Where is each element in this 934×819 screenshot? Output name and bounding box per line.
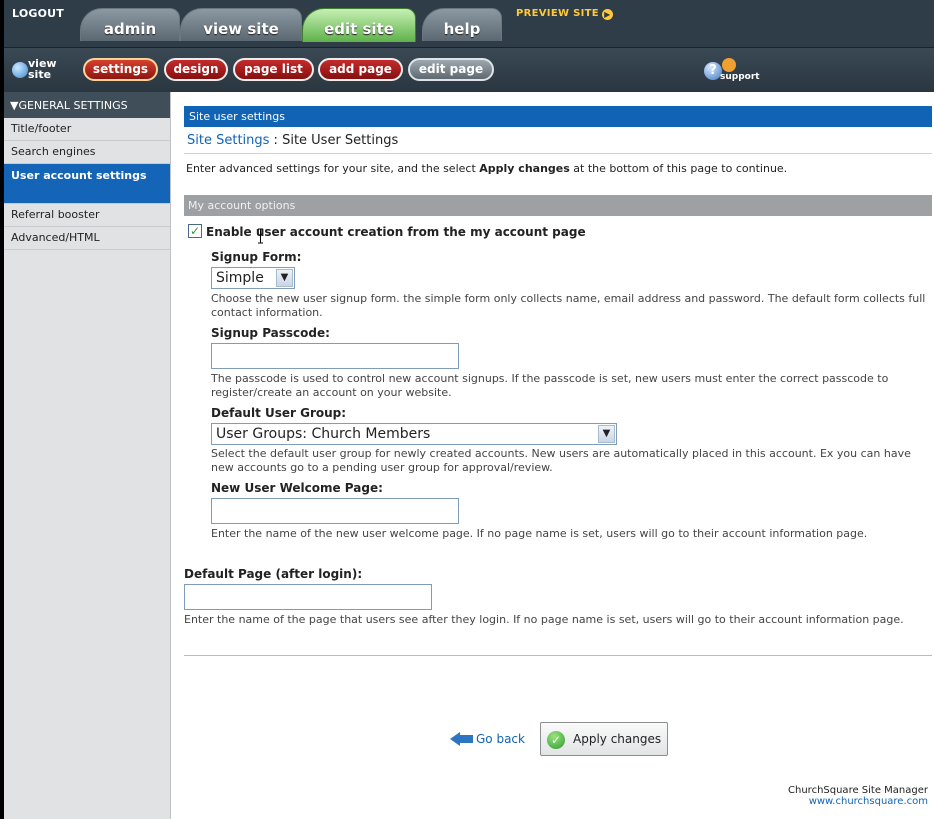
tab-admin[interactable]: admin [80, 8, 180, 41]
breadcrumb-link-site-settings[interactable]: Site Settings [187, 133, 269, 148]
design-button[interactable]: design [164, 58, 228, 81]
support-person-icon [722, 58, 736, 72]
chevron-down-icon: ▼ [276, 269, 293, 287]
welcome-page-field: New User Welcome Page: Enter the name of… [211, 481, 932, 541]
sidebar-item-user-account-settings[interactable]: User account settings [4, 164, 170, 204]
settings-sidebar: ▼GENERAL SETTINGS Title/footer Search en… [4, 92, 171, 819]
apply-changes-label: Apply changes [573, 732, 662, 746]
footer-divider [184, 655, 932, 656]
footer-product-name: ChurchSquare Site Manager [788, 785, 928, 796]
settings-button[interactable]: settings [83, 58, 158, 81]
top-nav-bar: LOGOUT admin view site edit site help PR… [4, 0, 934, 48]
enable-account-creation-row: Enable user account creation from the my… [184, 223, 932, 242]
signup-form-desc: Choose the new user signup form. the sim… [211, 292, 926, 319]
text-cursor-icon [258, 228, 263, 244]
signup-form-label: Signup Form: [211, 250, 302, 264]
sidebar-item-advanced-html[interactable]: Advanced/HTML [4, 227, 170, 250]
sidebar-item-title-footer[interactable]: Title/footer [4, 118, 170, 141]
signup-form-select[interactable]: Simple ▼ [211, 267, 295, 289]
support-button[interactable]: ? support [704, 58, 764, 84]
signup-passcode-input[interactable] [211, 343, 459, 369]
tab-help[interactable]: help [422, 8, 502, 41]
default-user-group-field: Default User Group: User Groups: Church … [211, 406, 932, 475]
go-back-label: Go back [476, 732, 525, 746]
default-user-group-select[interactable]: User Groups: Church Members ▼ [211, 423, 617, 445]
play-icon: ▶ [601, 9, 613, 20]
signup-passcode-field: Signup Passcode: The passcode is used to… [211, 326, 932, 400]
account-options-bar: My account options [184, 195, 932, 216]
add-page-button[interactable]: add page [318, 58, 403, 81]
view-site-line2: site [28, 68, 52, 81]
chevron-down-icon: ▼ [598, 425, 615, 443]
admin-toolbar: view site settings design page list add p… [4, 48, 934, 92]
breadcrumb-separator: : [269, 133, 283, 148]
default-user-group-desc: Select the default user group for newly … [211, 447, 911, 474]
globe-icon [12, 62, 28, 78]
enable-account-creation-checkbox[interactable] [188, 223, 202, 239]
default-page-input[interactable] [184, 584, 432, 610]
breadcrumb: Site Settings : Site User Settings [184, 133, 932, 148]
section-title-bar: Site user settings [184, 106, 932, 127]
signup-passcode-desc: The passcode is used to control new acco… [211, 372, 889, 399]
signup-form-value: Simple [216, 270, 264, 286]
default-user-group-label: Default User Group: [211, 406, 347, 420]
divider [184, 153, 932, 154]
footer-credit: ChurchSquare Site Manager www.churchsqua… [788, 785, 928, 807]
sidebar-item-referral-booster[interactable]: Referral booster [4, 204, 170, 227]
checkmark-icon: ✓ [547, 731, 565, 749]
tab-edit-site[interactable]: edit site [302, 8, 416, 42]
intro-text: Enter advanced settings for your site, a… [186, 162, 788, 175]
signup-passcode-label: Signup Passcode: [211, 326, 330, 340]
edit-page-button[interactable]: edit page [408, 58, 494, 81]
default-page-desc: Enter the name of the page that users se… [184, 613, 904, 626]
logout-link[interactable]: LOGOUT [12, 7, 64, 20]
breadcrumb-current: Site User Settings [282, 133, 399, 148]
tab-view-site[interactable]: view site [180, 8, 302, 41]
default-user-group-value: User Groups: Church Members [216, 426, 431, 442]
go-back-link[interactable]: Go back [450, 730, 525, 748]
view-site-button[interactable]: view site [12, 56, 76, 84]
preview-site-link[interactable]: PREVIEW SITE ▶ [516, 8, 613, 20]
footer-website-link[interactable]: www.churchsquare.com [788, 796, 928, 807]
signup-form-field: Signup Form: Simple ▼ Choose the new use… [211, 250, 932, 320]
welcome-page-input[interactable] [211, 498, 459, 524]
sidebar-header[interactable]: ▼GENERAL SETTINGS [4, 92, 170, 118]
default-page-field: Default Page (after login): Enter the na… [184, 567, 932, 627]
sidebar-item-search-engines[interactable]: Search engines [4, 141, 170, 164]
support-label: support [720, 72, 760, 82]
main-content: Site user settings Site Settings : Site … [184, 100, 932, 656]
apply-changes-button[interactable]: ✓ Apply changes [540, 722, 668, 756]
welcome-page-desc: Enter the name of the new user welcome p… [211, 527, 868, 540]
welcome-page-label: New User Welcome Page: [211, 481, 383, 495]
page-list-button[interactable]: page list [233, 58, 314, 81]
default-page-label: Default Page (after login): [184, 567, 363, 581]
